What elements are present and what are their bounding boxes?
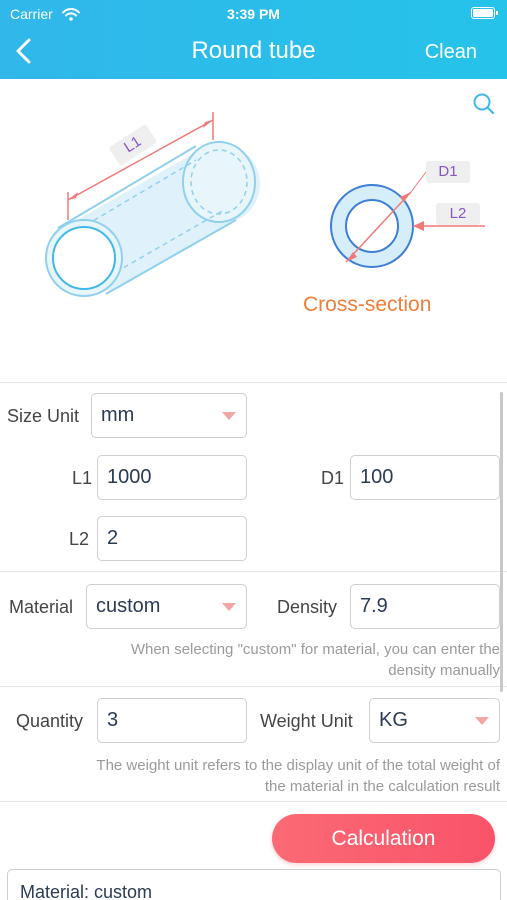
material-select[interactable]: custom (86, 584, 247, 629)
weight-hint-line: the material in the calculation result (264, 778, 500, 795)
size-unit-select[interactable]: mm (91, 393, 247, 438)
caret-down-icon (475, 717, 489, 725)
search-icon[interactable] (472, 92, 496, 116)
size-unit-label: Size Unit (7, 406, 80, 426)
l1-label: L1 (72, 468, 93, 488)
weight-unit-label: Weight Unit (260, 711, 353, 731)
cross-section-label: Cross-section (303, 293, 432, 316)
divider (0, 382, 507, 383)
status-time: 3:39 PM (227, 6, 280, 22)
l1-input[interactable]: 1000 (97, 455, 247, 500)
material-hint: When selecting "custom" for material, yo… (131, 639, 500, 681)
divider (0, 801, 507, 802)
caret-down-icon (222, 603, 236, 611)
d1-tag: D1 (426, 161, 470, 183)
l2-tag: L2 (436, 203, 480, 225)
weight-unit-hint: The weight unit refers to the display un… (96, 755, 500, 797)
result-box: Material: custom (7, 869, 501, 900)
d1-label: D1 (321, 468, 345, 488)
material-label: Material (9, 597, 74, 617)
size-unit-value: mm (101, 404, 135, 426)
l2-input[interactable]: 2 (97, 516, 247, 561)
scrollbar[interactable] (500, 392, 503, 692)
weight-unit-value: KG (379, 709, 408, 731)
material-hint-line: When selecting "custom" for material, yo… (130, 641, 500, 658)
tube-illustration: L1 (0, 79, 507, 382)
l2-label: L2 (69, 529, 90, 549)
calculation-button[interactable]: Calculation (272, 814, 495, 863)
divider (0, 686, 507, 687)
d1-input[interactable]: 100 (350, 455, 500, 500)
header-bar: Carrier 3:39 PM Round tube Clean (0, 0, 507, 79)
status-bar: Carrier 3:39 PM (0, 6, 507, 24)
battery-icon (471, 7, 498, 19)
clean-button[interactable]: Clean (425, 41, 477, 64)
density-label: Density (277, 597, 338, 617)
weight-hint-line: The weight unit refers to the display un… (96, 757, 500, 774)
material-value: custom (96, 595, 161, 617)
quantity-input[interactable]: 3 (97, 698, 247, 743)
divider (0, 571, 507, 572)
material-hint-line: density manually (388, 662, 500, 679)
tube-drawing (45, 112, 485, 297)
density-input[interactable]: 7.9 (350, 584, 500, 629)
weight-unit-select[interactable]: KG (369, 698, 500, 743)
quantity-label: Quantity (16, 711, 84, 731)
result-text: Material: custom (20, 882, 153, 900)
caret-down-icon (222, 412, 236, 420)
